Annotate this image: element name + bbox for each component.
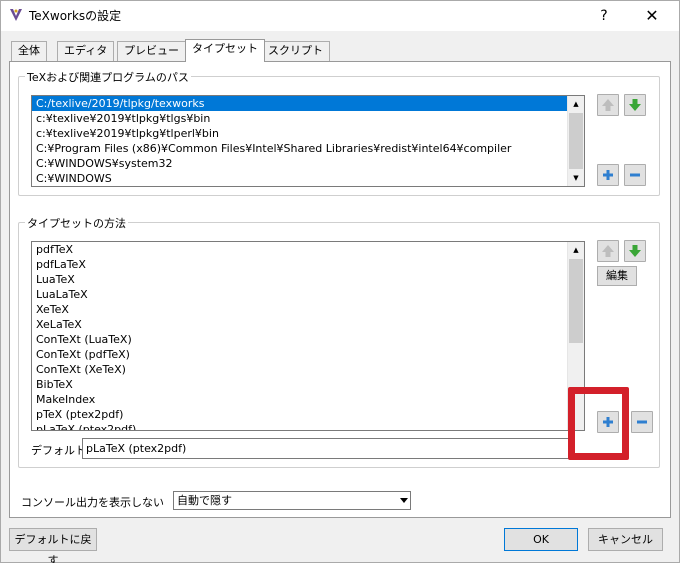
move-up-button[interactable]: [597, 240, 619, 262]
scroll-thumb[interactable]: [569, 113, 583, 169]
tab-scripts[interactable]: スクリプト: [261, 41, 330, 61]
list-item[interactable]: XeLaTeX: [32, 317, 584, 332]
list-item[interactable]: C:¥Program Files (x86)¥Common Files¥Inte…: [32, 141, 584, 156]
list-item[interactable]: c:¥texlive¥2019¥tlpkg¥tlgs¥bin: [32, 111, 584, 126]
list-item[interactable]: ConTeXt (pdfTeX): [32, 347, 584, 362]
arrow-up-icon: [602, 245, 614, 257]
tab-preview[interactable]: プレビュー: [117, 41, 186, 61]
typeset-scrollbar[interactable]: ▲: [567, 242, 584, 430]
typeset-group-title: タイプセットの方法: [25, 215, 128, 231]
paths-scrollbar[interactable]: ▲ ▼: [567, 96, 584, 186]
default-label: デフォルト:: [31, 444, 90, 457]
list-item[interactable]: pLaTeX (ptex2pdf): [32, 422, 584, 430]
list-item[interactable]: C:¥WINDOWS¥system32: [32, 156, 584, 171]
console-output-value: 自動で隠す: [177, 494, 232, 507]
list-item[interactable]: pdfTeX: [32, 242, 584, 257]
scroll-down-arrow-icon[interactable]: ▼: [568, 170, 584, 186]
list-item[interactable]: LuaTeX: [32, 272, 584, 287]
paths-listbox[interactable]: C:/texlive/2019/tlpkg/texworks c:¥texliv…: [31, 95, 585, 187]
list-item[interactable]: pdfLaTeX: [32, 257, 584, 272]
scroll-up-arrow-icon[interactable]: ▲: [568, 96, 584, 112]
tab-general[interactable]: 全体: [11, 41, 47, 61]
plus-icon: [603, 417, 613, 427]
list-item[interactable]: C:¥WINDOWS: [32, 171, 584, 186]
move-down-button[interactable]: [624, 94, 646, 116]
minus-icon: [630, 173, 640, 177]
paths-group-title: TeXおよび関連プログラムのパス: [25, 69, 191, 85]
ok-button[interactable]: OK: [504, 528, 578, 551]
typeset-groupbox: タイプセットの方法 pdfTeX pdfLaTeX LuaTeX LuaLaTe…: [18, 215, 660, 468]
list-item[interactable]: XeTeX: [32, 302, 584, 317]
list-item[interactable]: BibTeX: [32, 377, 584, 392]
add-path-button[interactable]: [597, 164, 619, 186]
list-item[interactable]: MakeIndex: [32, 392, 584, 407]
tab-bar: 全体 エディタ プレビュー タイプセット スクリプト: [9, 39, 669, 62]
list-item[interactable]: LuaLaTeX: [32, 287, 584, 302]
list-item[interactable]: pTeX (ptex2pdf): [32, 407, 584, 422]
restore-defaults-button[interactable]: デフォルトに戻す: [9, 528, 97, 563]
list-item[interactable]: ConTeXt (XeTeX): [32, 362, 584, 377]
list-item[interactable]: C:/texlive/2019/tlpkg/texworks: [32, 96, 584, 111]
move-up-button[interactable]: [597, 94, 619, 116]
plus-icon: [603, 170, 613, 180]
scroll-thumb[interactable]: [569, 259, 583, 343]
tab-typeset[interactable]: タイプセット: [185, 39, 265, 62]
texworks-app-icon: [10, 9, 22, 21]
close-button[interactable]: ✕: [637, 4, 667, 28]
arrow-up-icon: [602, 99, 614, 111]
edit-button[interactable]: 編集: [597, 266, 637, 286]
paths-groupbox: TeXおよび関連プログラムのパス C:/texlive/2019/tlpkg/t…: [18, 69, 660, 196]
remove-path-button[interactable]: [624, 164, 646, 186]
tab-editor[interactable]: エディタ: [57, 41, 115, 61]
help-button[interactable]: ?: [591, 4, 617, 28]
scroll-up-arrow-icon[interactable]: ▲: [568, 242, 584, 258]
move-down-button[interactable]: [624, 240, 646, 262]
chevron-down-icon: [400, 498, 408, 503]
console-output-label: コンソール出力を表示しない: [21, 496, 164, 509]
console-output-select[interactable]: 自動で隠す: [173, 491, 411, 510]
list-item[interactable]: c:¥texlive¥2019¥tlpkg¥tlperl¥bin: [32, 126, 584, 141]
window-title: TeXworksの設定: [29, 9, 122, 23]
add-typeset-button[interactable]: [597, 411, 619, 433]
settings-dialog: TeXworksの設定 ? ✕ 全体 エディタ プレビュー タイプセット スクリ…: [0, 0, 680, 563]
minus-icon: [637, 420, 647, 424]
remove-typeset-button[interactable]: [631, 411, 653, 433]
typeset-listbox[interactable]: pdfTeX pdfLaTeX LuaTeX LuaLaTeX XeTeX Xe…: [31, 241, 585, 431]
cancel-button[interactable]: キャンセル: [588, 528, 663, 551]
title-bar: TeXworksの設定 ? ✕: [1, 1, 679, 31]
default-typeset-combobox[interactable]: pLaTeX (ptex2pdf): [82, 438, 570, 459]
arrow-down-icon: [629, 99, 641, 111]
list-item[interactable]: ConTeXt (LuaTeX): [32, 332, 584, 347]
arrow-down-icon: [629, 245, 641, 257]
